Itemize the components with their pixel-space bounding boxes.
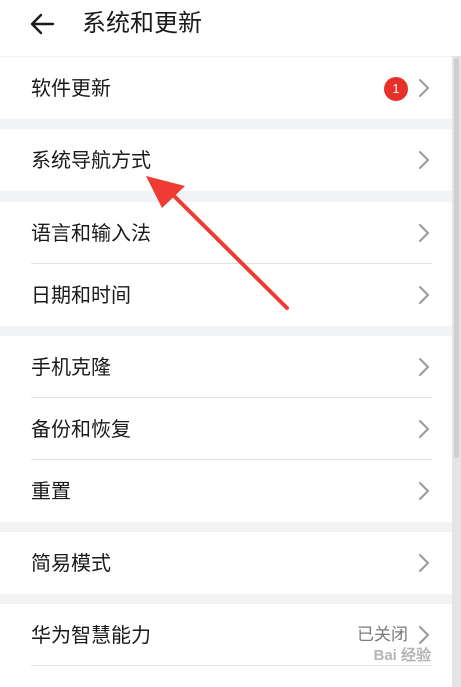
settings-item-label: 日期和时间 [31,283,131,307]
chevron-right-icon [419,286,429,304]
divider [31,665,432,666]
settings-item-label: 系统导航方式 [31,148,151,172]
back-button[interactable] [22,4,62,44]
settings-item-label: 备份和恢复 [31,417,131,441]
chevron-right-icon [419,554,429,572]
settings-item-simple-mode[interactable]: 简易模式 [0,532,452,594]
scrollbar[interactable] [452,56,461,687]
chevron-right-icon [419,358,429,376]
settings-group-simple-mode: 简易模式 [0,532,452,594]
chevron-right-icon [419,626,429,644]
notification-badge: 1 [384,77,408,101]
settings-group-update: 软件更新 1 [0,57,452,119]
settings-item-label: 软件更新 [31,76,111,100]
scrollbar-thumb[interactable] [454,58,459,458]
settings-item-label: 简易模式 [31,551,111,575]
settings-item-backup-restore[interactable]: 备份和恢复 [0,398,452,460]
chevron-right-icon [419,224,429,242]
chevron-right-icon [419,79,429,97]
settings-group-language-time: 语言和输入法 日期和时间 [0,202,452,326]
settings-item-label: 华为智慧能力 [31,623,151,647]
chevron-right-icon [419,151,429,169]
chevron-right-icon [419,482,429,500]
settings-group-backup: 手机克隆 备份和恢复 重置 [0,336,452,522]
page-title: 系统和更新 [82,9,202,37]
settings-item-software-update[interactable]: 软件更新 1 [0,57,452,119]
settings-item-reset[interactable]: 重置 [0,460,452,522]
settings-item-label: 重置 [31,479,71,503]
settings-item-label: 语言和输入法 [31,221,151,245]
watermark: Bai 经验 [373,647,431,664]
settings-item-system-navigation[interactable]: 系统导航方式 [0,129,452,191]
settings-item-language-input[interactable]: 语言和输入法 [0,202,452,264]
settings-item-phone-clone[interactable]: 手机克隆 [0,336,452,398]
settings-group-navigation: 系统导航方式 [0,129,452,191]
settings-item-date-time[interactable]: 日期和时间 [0,264,452,326]
app-header: 系统和更新 [0,0,461,56]
settings-item-label: 手机克隆 [31,355,111,379]
chevron-right-icon [419,420,429,438]
arrow-left-icon [30,13,55,35]
